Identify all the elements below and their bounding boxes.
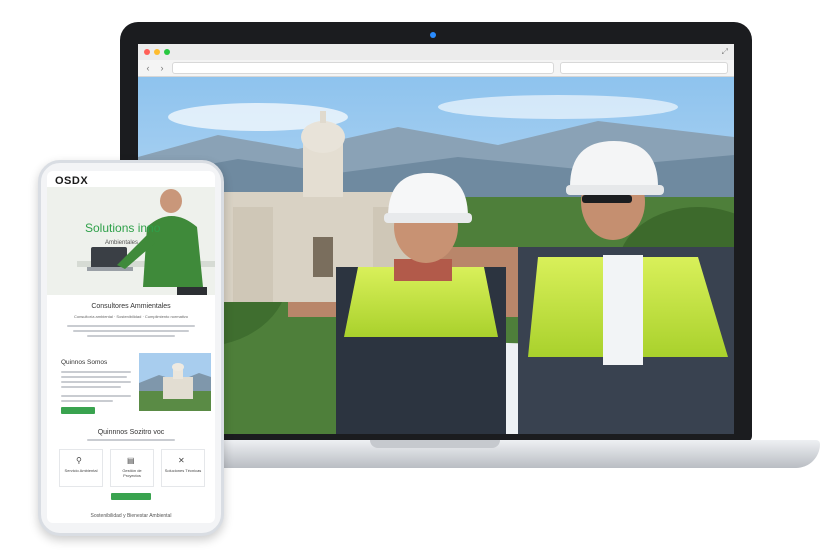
url-bar[interactable] xyxy=(172,62,554,74)
text-line xyxy=(61,386,121,388)
text-line xyxy=(87,335,175,337)
minimize-window-button[interactable] xyxy=(154,49,160,55)
laptop-notch xyxy=(370,440,500,448)
forward-button[interactable]: › xyxy=(158,63,166,73)
site-logo[interactable]: OSDX xyxy=(55,175,88,187)
document-icon: ▤ xyxy=(127,456,135,465)
phone-section-title: Consultores Ammientales xyxy=(91,303,171,310)
browser-search-input[interactable] xyxy=(560,62,728,74)
about-title: Quinnos Somos xyxy=(61,359,108,366)
person-icon: ⚲ xyxy=(76,456,82,465)
service-card[interactable]: ▤ Gestión de Proyectos xyxy=(110,449,154,487)
phone-hero-title: Solutions inno xyxy=(85,221,161,235)
services-title: Quinnnos Sozitro voc xyxy=(97,429,165,436)
maximize-window-button[interactable] xyxy=(164,49,170,55)
text-line xyxy=(87,439,175,441)
service-card[interactable]: ✕ Soluciones Técnicas xyxy=(161,449,205,487)
service-card-label: Servicio Ambiental xyxy=(64,468,98,473)
phone-footer-text: Sostenibilidad y Bienestar Ambiental xyxy=(90,513,172,519)
hero-image xyxy=(138,77,734,434)
close-window-button[interactable] xyxy=(144,49,150,55)
text-line xyxy=(61,371,131,373)
about-cta-button[interactable] xyxy=(61,407,95,414)
service-card-label: Gestión de Proyectos xyxy=(122,468,142,478)
phone-screen: OSDX Solutions inno Ambientales Consulto… xyxy=(47,171,215,523)
phone-frame: OSDX Solutions inno Ambientales Consulto… xyxy=(38,160,224,536)
camera-icon xyxy=(430,32,436,38)
services-cta-button[interactable] xyxy=(111,493,151,500)
service-card[interactable]: ⚲ Servicio Ambiental xyxy=(59,449,103,487)
phone-section-subtitle: Consultoría ambiental · Sostenibilidad ·… xyxy=(73,314,189,319)
text-line xyxy=(61,400,113,402)
window-resize-icon[interactable]: ⤢ xyxy=(722,47,728,57)
text-line xyxy=(73,330,189,332)
tools-icon: ✕ xyxy=(178,456,185,465)
text-line xyxy=(61,381,131,383)
browser-titlebar: ⤢ xyxy=(138,44,734,60)
browser-toolbar: ‹ › xyxy=(138,60,734,77)
phone-hero-subtitle: Ambientales xyxy=(105,240,139,246)
text-line xyxy=(61,376,127,378)
service-card-label: Soluciones Técnicas xyxy=(164,468,202,473)
back-button[interactable]: ‹ xyxy=(144,63,152,73)
text-line xyxy=(67,325,195,327)
about-image xyxy=(139,353,211,411)
text-line xyxy=(61,395,131,397)
browser-window: ⤢ ‹ › xyxy=(138,44,734,434)
